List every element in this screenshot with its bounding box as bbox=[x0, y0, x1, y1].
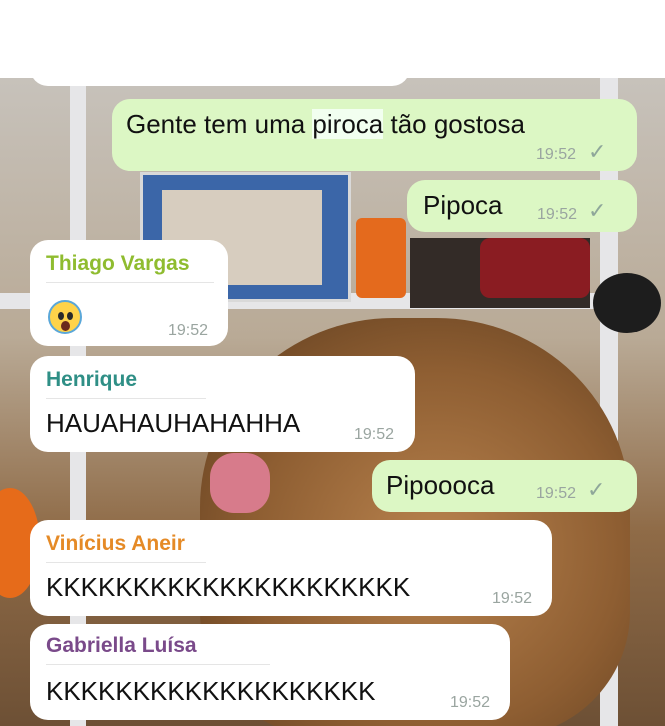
read-check-icon: ✓ bbox=[587, 477, 606, 502]
message-time: 19:52 bbox=[537, 206, 578, 223]
message-time: 19:52 bbox=[168, 322, 209, 339]
sender-divider bbox=[46, 562, 206, 563]
incoming-message-bubble[interactable]: Henrique HAUAHAUHAHAHHA 19:52 bbox=[30, 356, 415, 452]
screaming-face-emoji-icon bbox=[48, 300, 82, 334]
emoji-mouth bbox=[61, 321, 70, 331]
message-time: 19:52 bbox=[450, 694, 491, 711]
message-text: Pipoooca bbox=[386, 470, 495, 500]
emoji-eye bbox=[58, 312, 64, 320]
message-time: 19:52 bbox=[536, 146, 577, 163]
sender-divider bbox=[46, 398, 206, 399]
sender-divider bbox=[46, 282, 214, 283]
message-text: HAUAHAUHAHAHHA bbox=[46, 408, 301, 438]
message-text: Gente tem uma piroca tão gostosa bbox=[126, 109, 525, 140]
message-text: Pipoca bbox=[423, 190, 503, 220]
message-text: KKKKKKKKKKKKKKKKKKKKK bbox=[46, 572, 411, 602]
sender-name: Gabriella Luísa bbox=[46, 634, 197, 657]
message-text-part: Gente tem uma bbox=[126, 109, 313, 139]
sender-name: Henrique bbox=[46, 368, 138, 391]
dog-tongue-photo bbox=[210, 453, 270, 513]
read-check-icon: ✓ bbox=[588, 139, 607, 164]
orange-object-photo bbox=[356, 218, 406, 298]
message-time: 19:52 bbox=[354, 426, 395, 443]
message-time: 19:52 bbox=[492, 590, 533, 607]
message-text: KKKKKKKKKKKKKKKKKKK bbox=[46, 676, 376, 706]
incoming-message-bubble[interactable]: Gabriella Luísa KKKKKKKKKKKKKKKKKKK 19:5… bbox=[30, 624, 510, 720]
read-check-icon: ✓ bbox=[588, 198, 607, 223]
outgoing-message-bubble[interactable]: Gente tem uma piroca tão gostosa 19:52 ✓ bbox=[112, 99, 637, 171]
message-text-part: tão gostosa bbox=[383, 109, 525, 139]
red-object-photo bbox=[480, 238, 590, 298]
outgoing-message-bubble[interactable]: Pipoca 19:52 ✓ bbox=[407, 180, 637, 232]
sender-name: Vinícius Aneir bbox=[46, 532, 185, 555]
outgoing-message-bubble[interactable]: Pipoooca 19:52 ✓ bbox=[372, 460, 637, 512]
message-time: 19:52 bbox=[536, 485, 577, 502]
partial-message-bubble bbox=[30, 64, 410, 86]
incoming-message-bubble[interactable]: Thiago Vargas 19:52 bbox=[30, 240, 228, 346]
incoming-message-bubble[interactable]: Vinícius Aneir KKKKKKKKKKKKKKKKKKKKK 19:… bbox=[30, 520, 552, 616]
highlighted-word: piroca bbox=[312, 109, 384, 139]
emoji-eye bbox=[67, 312, 73, 320]
sender-divider bbox=[46, 664, 270, 665]
black-knob-photo bbox=[593, 273, 661, 333]
sender-name: Thiago Vargas bbox=[46, 252, 190, 275]
